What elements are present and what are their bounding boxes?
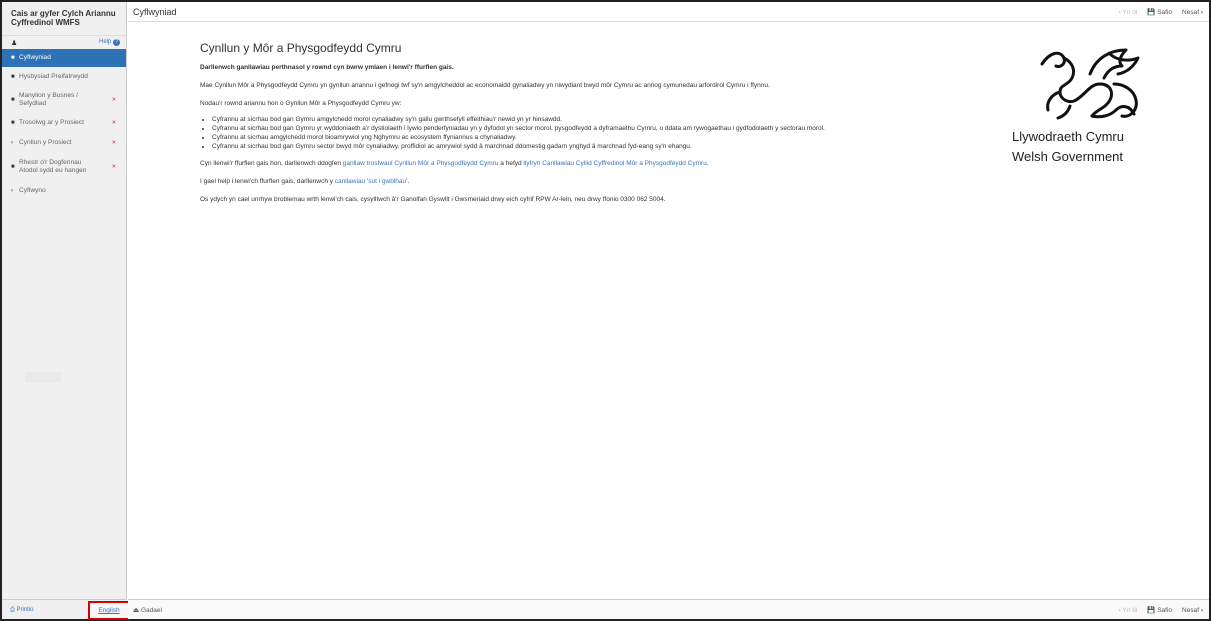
sidebar-item-hysbysiad-preifatrwydd[interactable]: ■ Hysbysiad Preifatrwydd (2, 67, 126, 87)
list-item: Cyfrannu at sicrhau bod gan Gymru yr wyd… (212, 124, 980, 133)
leave-label: Gadael (140, 607, 162, 614)
intro-bold: Darllenwch ganllawiau perthnasol y rownd… (200, 64, 454, 71)
sidebar-item-label: Cynllun y Prosiect (19, 139, 72, 146)
save-button[interactable]: 💾 Safio (1147, 8, 1172, 16)
print-link[interactable]: ⎙ Printio (10, 607, 34, 614)
document-icon: ■ (11, 97, 15, 103)
next-button[interactable]: Nesaf › (1182, 607, 1203, 614)
chevron-left-icon: ‹ (1118, 606, 1121, 614)
sidebar-item-cyflwyno[interactable]: › Cyflwyno (2, 181, 126, 201)
sidebar-help-row: ♟ Help ? (2, 36, 126, 49)
sidebar-item-cynllun-prosiect[interactable]: › Cynllun y Prosiect × (2, 133, 126, 153)
sidebar-footer: ⎙ Printio English (2, 599, 130, 620)
content-heading: Cynllun y Môr a Physgodfeydd Cymru (200, 41, 402, 55)
next-label: Nesaf (1182, 8, 1200, 16)
language-toggle-english[interactable]: English (88, 601, 130, 620)
header-nav: ‹ Yn ôl 💾 Safio Nesaf › (1119, 8, 1203, 17)
sidebar-item-rhestr-dogfennau[interactable]: ■ Rhestr o'r Dogfennau Atodol sydd eu ha… (2, 153, 126, 181)
print-label: Printio (16, 607, 34, 613)
sidebar-item-cyflwyniad[interactable]: ■ Cyflwyniad (2, 49, 126, 67)
how-to-complete-link[interactable]: canllawiau 'sut i gwblhau' (335, 178, 408, 185)
chevron-left-icon: ‹ (1118, 8, 1121, 16)
prev-button[interactable]: ‹ Yn ôl (1119, 607, 1138, 614)
list-item: Cyfrannu at sicrhau bod gan Gymru sector… (212, 142, 980, 151)
document-icon: ■ (11, 120, 15, 126)
welsh-government-logo: Llywodraeth Cymru Welsh Government (1012, 44, 1172, 164)
paragraph-3-text: a hefyd (498, 160, 524, 167)
sidebar-item-manylion-busnes[interactable]: ■ Manylion y Busnes / Sefydliad × (2, 87, 126, 113)
chevron-right-icon: › (11, 188, 13, 194)
save-label: Safio (1157, 607, 1173, 614)
paragraph-4: I gael help i lenwi'ch ffurflen gais, da… (200, 177, 980, 186)
sidebar-item-label: Rhestr o'r Dogfennau Atodol sydd eu hang… (19, 159, 87, 174)
prev-button[interactable]: ‹ Yn ôl (1119, 9, 1138, 16)
next-label: Nesaf (1182, 606, 1200, 614)
sidebar: Cais ar gyfer Cylch Ariannu Cyffredinol … (2, 2, 130, 620)
help-icon: ? (113, 39, 120, 46)
document-icon: ■ (11, 55, 15, 61)
sidebar-item-label: Hysbysiad Preifatrwydd (19, 73, 88, 80)
footer-bar: ⏏ Gadael ‹ Yn ôl 💾 Safio Nesaf › (128, 599, 1209, 619)
sidebar-item-label: Manylion y Busnes / Sefydliad (19, 92, 79, 107)
document-icon: ■ (11, 164, 15, 170)
paragraph-1: Mae Cynllun Môr a Physgodfeydd Cymru yn … (200, 82, 770, 89)
general-funding-guidance-link[interactable]: llyfryn Canllawiau Cyllid Cyffredinol Mô… (523, 160, 706, 167)
error-icon: × (111, 163, 116, 171)
paragraph-3-text: Cyn llenwi'r ffurflen gais hon, darllenw… (200, 160, 343, 167)
overarching-guidance-link[interactable]: ganllaw trosfwaol Cynllun Môr a Physgodf… (343, 160, 499, 167)
page-title: Cyflwyniad (133, 7, 177, 17)
document-icon: ■ (11, 74, 15, 80)
placeholder-block (25, 372, 61, 382)
paragraph-3-text: . (706, 160, 709, 167)
save-button[interactable]: 💾 Safio (1147, 606, 1172, 614)
help-link[interactable]: Help ? (99, 39, 120, 46)
list-item: Cyfrannu at sicrhau bod gan Gymru amgylc… (212, 115, 980, 124)
prev-label: Yn ôl (1122, 606, 1138, 614)
user-icon: ♟ (11, 39, 18, 47)
main-content: Cynllun y Môr a Physgodfeydd Cymru Darll… (200, 41, 980, 213)
sidebar-item-label: Cyflwyniad (19, 54, 51, 61)
paragraph-3: Cyn llenwi'r ffurflen gais hon, darllenw… (200, 159, 980, 168)
sidebar-item-label: Cyflwyno (19, 187, 46, 194)
paragraph-4-text: . (407, 178, 410, 185)
error-icon: × (111, 139, 116, 147)
error-icon: × (111, 96, 116, 104)
printer-icon: ⎙ (10, 607, 15, 613)
welsh-dragon-icon (1040, 48, 1140, 120)
header-bar: Cyflwyniad ‹ Yn ôl 💾 Safio Nesaf › (128, 2, 1209, 22)
sidebar-item-label: Trosolwg ar y Prosiect (19, 119, 84, 126)
chevron-right-icon: › (11, 140, 13, 146)
paragraph-2: Nodau'r rownd ariannu hon o Gynllun Môr … (200, 100, 402, 107)
logo-english-text: Welsh Government (1012, 149, 1124, 164)
next-button[interactable]: Nesaf › (1182, 9, 1203, 16)
eject-icon: ⏏ (133, 607, 140, 614)
save-label: Safio (1157, 9, 1173, 16)
prev-label: Yn ôl (1122, 8, 1138, 16)
footer-nav: ‹ Yn ôl 💾 Safio Nesaf › (1119, 606, 1203, 615)
leave-button[interactable]: ⏏ Gadael (133, 606, 162, 614)
aims-list: Cyfrannu at sicrhau bod gan Gymru amgylc… (212, 115, 980, 151)
save-icon: 💾 (1147, 9, 1156, 16)
save-icon: 💾 (1147, 607, 1156, 614)
help-label: Help (98, 39, 112, 45)
list-item: Cyfrannu at sicrhau amgylchedd morol bio… (212, 133, 980, 142)
chevron-right-icon: › (1200, 606, 1203, 614)
form-title: Cais ar gyfer Cylch Ariannu Cyffredinol … (2, 2, 126, 36)
paragraph-4-text: I gael help i lenwi'ch ffurflen gais, da… (200, 178, 335, 185)
paragraph-5: Os ydych yn cael unrhyw broblemau wrth l… (200, 196, 666, 203)
error-icon: × (111, 119, 116, 127)
chevron-right-icon: › (1200, 8, 1203, 16)
logo-welsh-text: Llywodraeth Cymru (1012, 129, 1124, 144)
sidebar-item-trosolwg-prosiect[interactable]: ■ Trosolwg ar y Prosiect × (2, 113, 126, 133)
